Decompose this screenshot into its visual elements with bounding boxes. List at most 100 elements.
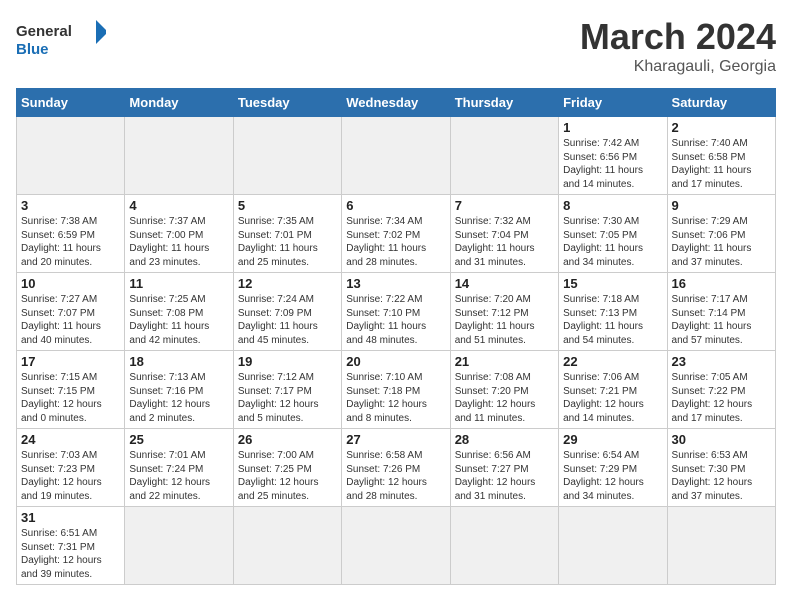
page-header: General Blue March 2024 Kharagauli, Geor… (16, 16, 776, 76)
calendar-week-row: 17 Sunrise: 7:15 AM Sunset: 7:15 PM Dayli… (17, 351, 776, 429)
day-number: 17 (21, 354, 120, 369)
day-info: Sunrise: 7:27 AM Sunset: 7:07 PM Dayligh… (21, 293, 120, 347)
column-header-sunday: Sunday (17, 89, 125, 117)
calendar-cell: 23 Sunrise: 7:05 AM Sunset: 7:22 PM Dayli… (667, 351, 775, 429)
day-info: Sunrise: 6:51 AM Sunset: 7:31 PM Dayligh… (21, 527, 120, 581)
column-header-wednesday: Wednesday (342, 89, 450, 117)
calendar-cell: 3Sunrise: 7:38 AM Sunset: 6:59 PM Daylig… (17, 195, 125, 273)
day-number: 2 (672, 120, 771, 135)
day-number: 13 (346, 276, 445, 291)
calendar-cell: 24 Sunrise: 7:03 AM Sunset: 7:23 PM Dayli… (17, 429, 125, 507)
calendar-cell: 8Sunrise: 7:30 AM Sunset: 7:05 PM Daylig… (559, 195, 667, 273)
calendar-cell: 30Sunrise: 6:53 AM Sunset: 7:30 PM Dayli… (667, 429, 775, 507)
day-info: Sunrise: 7:42 AM Sunset: 6:56 PM Dayligh… (563, 137, 662, 191)
calendar-cell: 9 Sunrise: 7:29 AM Sunset: 7:06 PM Daylig… (667, 195, 775, 273)
calendar-cell: 20 Sunrise: 7:10 AM Sunset: 7:18 PM Dayli… (342, 351, 450, 429)
day-number: 30 (672, 432, 771, 447)
day-number: 21 (455, 354, 554, 369)
day-number: 1 (563, 120, 662, 135)
month-year-title: March 2024 (580, 16, 776, 58)
day-info: Sunrise: 7:05 AM Sunset: 7:22 PM Dayligh… (672, 371, 771, 425)
day-number: 10 (21, 276, 120, 291)
day-info: Sunrise: 7:34 AM Sunset: 7:02 PM Dayligh… (346, 215, 445, 269)
day-info: Sunrise: 6:56 AM Sunset: 7:27 PM Dayligh… (455, 449, 554, 503)
calendar-header-row: SundayMondayTuesdayWednesdayThursdayFrid… (17, 89, 776, 117)
day-number: 14 (455, 276, 554, 291)
calendar-cell (125, 507, 233, 585)
calendar-week-row: 3Sunrise: 7:38 AM Sunset: 6:59 PM Daylig… (17, 195, 776, 273)
calendar-cell: 7 Sunrise: 7:32 AM Sunset: 7:04 PM Daylig… (450, 195, 558, 273)
calendar-cell: 6 Sunrise: 7:34 AM Sunset: 7:02 PM Daylig… (342, 195, 450, 273)
calendar-cell: 28 Sunrise: 6:56 AM Sunset: 7:27 PM Dayli… (450, 429, 558, 507)
day-number: 23 (672, 354, 771, 369)
day-info: Sunrise: 7:20 AM Sunset: 7:12 PM Dayligh… (455, 293, 554, 347)
column-header-tuesday: Tuesday (233, 89, 341, 117)
calendar-cell: 10 Sunrise: 7:27 AM Sunset: 7:07 PM Dayli… (17, 273, 125, 351)
day-number: 25 (129, 432, 228, 447)
day-number: 31 (21, 510, 120, 525)
calendar-cell (17, 117, 125, 195)
calendar-cell: 17 Sunrise: 7:15 AM Sunset: 7:15 PM Dayli… (17, 351, 125, 429)
day-info: Sunrise: 7:30 AM Sunset: 7:05 PM Dayligh… (563, 215, 662, 269)
calendar-cell: 16 Sunrise: 7:17 AM Sunset: 7:14 PM Dayli… (667, 273, 775, 351)
calendar-cell: 4Sunrise: 7:37 AM Sunset: 7:00 PM Daylig… (125, 195, 233, 273)
day-info: Sunrise: 7:25 AM Sunset: 7:08 PM Dayligh… (129, 293, 228, 347)
day-number: 5 (238, 198, 337, 213)
day-number: 24 (21, 432, 120, 447)
day-number: 9 (672, 198, 771, 213)
day-info: Sunrise: 7:17 AM Sunset: 7:14 PM Dayligh… (672, 293, 771, 347)
day-info: Sunrise: 7:22 AM Sunset: 7:10 PM Dayligh… (346, 293, 445, 347)
calendar-cell (233, 507, 341, 585)
calendar-cell: 19 Sunrise: 7:12 AM Sunset: 7:17 PM Dayli… (233, 351, 341, 429)
day-info: Sunrise: 7:12 AM Sunset: 7:17 PM Dayligh… (238, 371, 337, 425)
title-block: March 2024 Kharagauli, Georgia (580, 16, 776, 76)
day-info: Sunrise: 7:15 AM Sunset: 7:15 PM Dayligh… (21, 371, 120, 425)
location-subtitle: Kharagauli, Georgia (580, 58, 776, 76)
day-info: Sunrise: 7:08 AM Sunset: 7:20 PM Dayligh… (455, 371, 554, 425)
day-number: 28 (455, 432, 554, 447)
day-number: 16 (672, 276, 771, 291)
day-number: 19 (238, 354, 337, 369)
day-info: Sunrise: 7:40 AM Sunset: 6:58 PM Dayligh… (672, 137, 771, 191)
day-info: Sunrise: 7:38 AM Sunset: 6:59 PM Dayligh… (21, 215, 120, 269)
calendar-cell: 15 Sunrise: 7:18 AM Sunset: 7:13 PM Dayli… (559, 273, 667, 351)
calendar-cell (125, 117, 233, 195)
svg-text:Blue: Blue (16, 41, 49, 58)
calendar-week-row: 10 Sunrise: 7:27 AM Sunset: 7:07 PM Dayli… (17, 273, 776, 351)
day-number: 22 (563, 354, 662, 369)
column-header-thursday: Thursday (450, 89, 558, 117)
calendar-cell (450, 117, 558, 195)
day-number: 11 (129, 276, 228, 291)
day-number: 29 (563, 432, 662, 447)
calendar-cell: 11 Sunrise: 7:25 AM Sunset: 7:08 PM Dayli… (125, 273, 233, 351)
column-header-saturday: Saturday (667, 89, 775, 117)
day-info: Sunrise: 7:10 AM Sunset: 7:18 PM Dayligh… (346, 371, 445, 425)
day-number: 20 (346, 354, 445, 369)
calendar-cell (342, 117, 450, 195)
generalblue-logo: General Blue (16, 16, 106, 60)
calendar-table: SundayMondayTuesdayWednesdayThursdayFrid… (16, 88, 776, 585)
calendar-cell: 21 Sunrise: 7:08 AM Sunset: 7:20 PM Dayli… (450, 351, 558, 429)
column-header-monday: Monday (125, 89, 233, 117)
calendar-cell (342, 507, 450, 585)
day-info: Sunrise: 7:01 AM Sunset: 7:24 PM Dayligh… (129, 449, 228, 503)
calendar-cell: 18Sunrise: 7:13 AM Sunset: 7:16 PM Dayli… (125, 351, 233, 429)
svg-text:General: General (16, 23, 72, 40)
calendar-cell (233, 117, 341, 195)
day-info: Sunrise: 7:03 AM Sunset: 7:23 PM Dayligh… (21, 449, 120, 503)
calendar-cell: 31 Sunrise: 6:51 AM Sunset: 7:31 PM Dayli… (17, 507, 125, 585)
day-number: 26 (238, 432, 337, 447)
day-number: 12 (238, 276, 337, 291)
day-number: 15 (563, 276, 662, 291)
calendar-cell: 13 Sunrise: 7:22 AM Sunset: 7:10 PM Dayli… (342, 273, 450, 351)
calendar-cell (667, 507, 775, 585)
day-info: Sunrise: 7:32 AM Sunset: 7:04 PM Dayligh… (455, 215, 554, 269)
day-info: Sunrise: 7:18 AM Sunset: 7:13 PM Dayligh… (563, 293, 662, 347)
calendar-cell: 27Sunrise: 6:58 AM Sunset: 7:26 PM Dayli… (342, 429, 450, 507)
day-number: 7 (455, 198, 554, 213)
calendar-cell: 22Sunrise: 7:06 AM Sunset: 7:21 PM Dayli… (559, 351, 667, 429)
day-number: 6 (346, 198, 445, 213)
calendar-week-row: 31 Sunrise: 6:51 AM Sunset: 7:31 PM Dayli… (17, 507, 776, 585)
day-info: Sunrise: 6:54 AM Sunset: 7:29 PM Dayligh… (563, 449, 662, 503)
day-info: Sunrise: 7:29 AM Sunset: 7:06 PM Dayligh… (672, 215, 771, 269)
